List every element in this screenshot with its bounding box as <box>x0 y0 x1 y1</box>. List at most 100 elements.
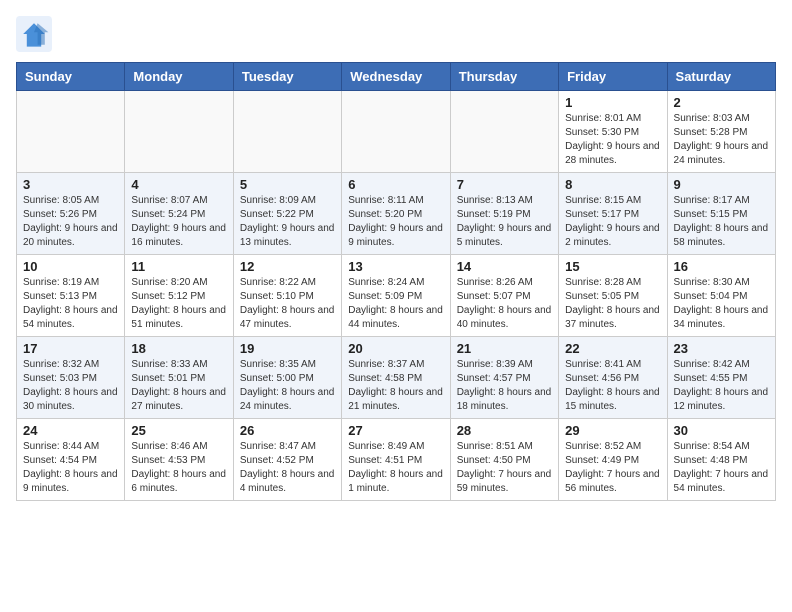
day-number: 23 <box>674 341 769 356</box>
day-number: 20 <box>348 341 443 356</box>
day-number: 21 <box>457 341 552 356</box>
day-info: Sunrise: 8:41 AM Sunset: 4:56 PM Dayligh… <box>565 358 660 414</box>
calendar-cell: 4 Sunrise: 8:07 AM Sunset: 5:24 PM Daylig… <box>125 173 233 255</box>
day-number: 28 <box>457 423 552 438</box>
day-info: Sunrise: 8:54 AM Sunset: 4:48 PM Dayligh… <box>674 440 769 496</box>
calendar-cell: 29Sunrise: 8:52 AM Sunset: 4:49 PM Dayli… <box>559 419 667 501</box>
logo-icon <box>16 16 52 52</box>
calendar-cell: 9 Sunrise: 8:17 AM Sunset: 5:15 PM Daylig… <box>667 173 775 255</box>
day-number: 12 <box>240 259 335 274</box>
calendar-cell: 5 Sunrise: 8:09 AM Sunset: 5:22 PM Daylig… <box>233 173 341 255</box>
day-number: 3 <box>23 177 118 192</box>
calendar-cell: 25 Sunrise: 8:46 AM Sunset: 4:53 PM Dayli… <box>125 419 233 501</box>
calendar-week-row: 17 Sunrise: 8:32 AM Sunset: 5:03 PM Dayli… <box>17 337 776 419</box>
day-info: Sunrise: 8:11 AM Sunset: 5:20 PM Dayligh… <box>348 194 443 250</box>
day-number: 18 <box>131 341 226 356</box>
day-header-sunday: Sunday <box>17 63 125 91</box>
logo <box>16 16 56 52</box>
day-number: 6 <box>348 177 443 192</box>
day-info: Sunrise: 8:24 AM Sunset: 5:09 PM Dayligh… <box>348 276 443 332</box>
day-number: 22 <box>565 341 660 356</box>
day-number: 15 <box>565 259 660 274</box>
calendar-cell: 27 Sunrise: 8:49 AM Sunset: 4:51 PM Dayli… <box>342 419 450 501</box>
day-info: Sunrise: 8:35 AM Sunset: 5:00 PM Dayligh… <box>240 358 335 414</box>
day-info: Sunrise: 8:37 AM Sunset: 4:58 PM Dayligh… <box>348 358 443 414</box>
day-number: 26 <box>240 423 335 438</box>
calendar-cell: 10Sunrise: 8:19 AM Sunset: 5:13 PM Dayli… <box>17 255 125 337</box>
day-info: Sunrise: 8:01 AM Sunset: 5:30 PM Dayligh… <box>565 112 660 168</box>
calendar-cell <box>450 91 558 173</box>
calendar-cell: 19 Sunrise: 8:35 AM Sunset: 5:00 PM Dayli… <box>233 337 341 419</box>
day-info: Sunrise: 8:15 AM Sunset: 5:17 PM Dayligh… <box>565 194 660 250</box>
day-number: 27 <box>348 423 443 438</box>
day-info: Sunrise: 8:52 AM Sunset: 4:49 PM Dayligh… <box>565 440 660 496</box>
calendar-cell <box>342 91 450 173</box>
calendar-cell: 14Sunrise: 8:26 AM Sunset: 5:07 PM Dayli… <box>450 255 558 337</box>
day-info: Sunrise: 8:51 AM Sunset: 4:50 PM Dayligh… <box>457 440 552 496</box>
calendar-cell <box>17 91 125 173</box>
calendar-cell <box>125 91 233 173</box>
day-info: Sunrise: 8:42 AM Sunset: 4:55 PM Dayligh… <box>674 358 769 414</box>
day-header-saturday: Saturday <box>667 63 775 91</box>
calendar-cell <box>233 91 341 173</box>
day-number: 24 <box>23 423 118 438</box>
calendar-cell: 11 Sunrise: 8:20 AM Sunset: 5:12 PM Dayli… <box>125 255 233 337</box>
day-info: Sunrise: 8:32 AM Sunset: 5:03 PM Dayligh… <box>23 358 118 414</box>
day-number: 4 <box>131 177 226 192</box>
calendar-week-row: 24 Sunrise: 8:44 AM Sunset: 4:54 PM Dayli… <box>17 419 776 501</box>
day-info: Sunrise: 8:13 AM Sunset: 5:19 PM Dayligh… <box>457 194 552 250</box>
day-info: Sunrise: 8:09 AM Sunset: 5:22 PM Dayligh… <box>240 194 335 250</box>
day-number: 7 <box>457 177 552 192</box>
calendar-cell: 7 Sunrise: 8:13 AM Sunset: 5:19 PM Daylig… <box>450 173 558 255</box>
day-number: 5 <box>240 177 335 192</box>
day-info: Sunrise: 8:20 AM Sunset: 5:12 PM Dayligh… <box>131 276 226 332</box>
day-number: 25 <box>131 423 226 438</box>
day-header-tuesday: Tuesday <box>233 63 341 91</box>
day-info: Sunrise: 8:44 AM Sunset: 4:54 PM Dayligh… <box>23 440 118 496</box>
calendar-cell: 13Sunrise: 8:24 AM Sunset: 5:09 PM Dayli… <box>342 255 450 337</box>
day-number: 8 <box>565 177 660 192</box>
day-info: Sunrise: 8:17 AM Sunset: 5:15 PM Dayligh… <box>674 194 769 250</box>
day-info: Sunrise: 8:39 AM Sunset: 4:57 PM Dayligh… <box>457 358 552 414</box>
calendar-cell: 16 Sunrise: 8:30 AM Sunset: 5:04 PM Dayli… <box>667 255 775 337</box>
calendar-cell: 12Sunrise: 8:22 AM Sunset: 5:10 PM Dayli… <box>233 255 341 337</box>
day-info: Sunrise: 8:49 AM Sunset: 4:51 PM Dayligh… <box>348 440 443 496</box>
page-header <box>16 16 776 52</box>
calendar-cell: 2 Sunrise: 8:03 AM Sunset: 5:28 PM Daylig… <box>667 91 775 173</box>
day-info: Sunrise: 8:26 AM Sunset: 5:07 PM Dayligh… <box>457 276 552 332</box>
calendar-cell: 1 Sunrise: 8:01 AM Sunset: 5:30 PM Daylig… <box>559 91 667 173</box>
calendar-cell: 3 Sunrise: 8:05 AM Sunset: 5:26 PM Daylig… <box>17 173 125 255</box>
calendar-cell: 22 Sunrise: 8:41 AM Sunset: 4:56 PM Dayli… <box>559 337 667 419</box>
day-info: Sunrise: 8:05 AM Sunset: 5:26 PM Dayligh… <box>23 194 118 250</box>
day-info: Sunrise: 8:30 AM Sunset: 5:04 PM Dayligh… <box>674 276 769 332</box>
day-number: 2 <box>674 95 769 110</box>
calendar-week-row: 3 Sunrise: 8:05 AM Sunset: 5:26 PM Daylig… <box>17 173 776 255</box>
calendar-week-row: 10Sunrise: 8:19 AM Sunset: 5:13 PM Dayli… <box>17 255 776 337</box>
calendar-cell: 20 Sunrise: 8:37 AM Sunset: 4:58 PM Dayli… <box>342 337 450 419</box>
day-number: 17 <box>23 341 118 356</box>
calendar-cell: 15 Sunrise: 8:28 AM Sunset: 5:05 PM Dayli… <box>559 255 667 337</box>
day-number: 30 <box>674 423 769 438</box>
calendar-cell: 6 Sunrise: 8:11 AM Sunset: 5:20 PM Daylig… <box>342 173 450 255</box>
day-info: Sunrise: 8:19 AM Sunset: 5:13 PM Dayligh… <box>23 276 118 332</box>
day-info: Sunrise: 8:28 AM Sunset: 5:05 PM Dayligh… <box>565 276 660 332</box>
calendar-header-row: SundayMondayTuesdayWednesdayThursdayFrid… <box>17 63 776 91</box>
day-number: 19 <box>240 341 335 356</box>
calendar-cell: 17 Sunrise: 8:32 AM Sunset: 5:03 PM Dayli… <box>17 337 125 419</box>
day-number: 1 <box>565 95 660 110</box>
calendar-cell: 28 Sunrise: 8:51 AM Sunset: 4:50 PM Dayli… <box>450 419 558 501</box>
day-number: 11 <box>131 259 226 274</box>
day-number: 16 <box>674 259 769 274</box>
day-info: Sunrise: 8:46 AM Sunset: 4:53 PM Dayligh… <box>131 440 226 496</box>
day-header-wednesday: Wednesday <box>342 63 450 91</box>
day-info: Sunrise: 8:07 AM Sunset: 5:24 PM Dayligh… <box>131 194 226 250</box>
day-number: 9 <box>674 177 769 192</box>
calendar-table: SundayMondayTuesdayWednesdayThursdayFrid… <box>16 62 776 501</box>
calendar-cell: 18 Sunrise: 8:33 AM Sunset: 5:01 PM Dayli… <box>125 337 233 419</box>
day-info: Sunrise: 8:47 AM Sunset: 4:52 PM Dayligh… <box>240 440 335 496</box>
day-info: Sunrise: 8:03 AM Sunset: 5:28 PM Dayligh… <box>674 112 769 168</box>
calendar-cell: 26 Sunrise: 8:47 AM Sunset: 4:52 PM Dayli… <box>233 419 341 501</box>
calendar-cell: 30 Sunrise: 8:54 AM Sunset: 4:48 PM Dayli… <box>667 419 775 501</box>
day-header-thursday: Thursday <box>450 63 558 91</box>
day-info: Sunrise: 8:33 AM Sunset: 5:01 PM Dayligh… <box>131 358 226 414</box>
